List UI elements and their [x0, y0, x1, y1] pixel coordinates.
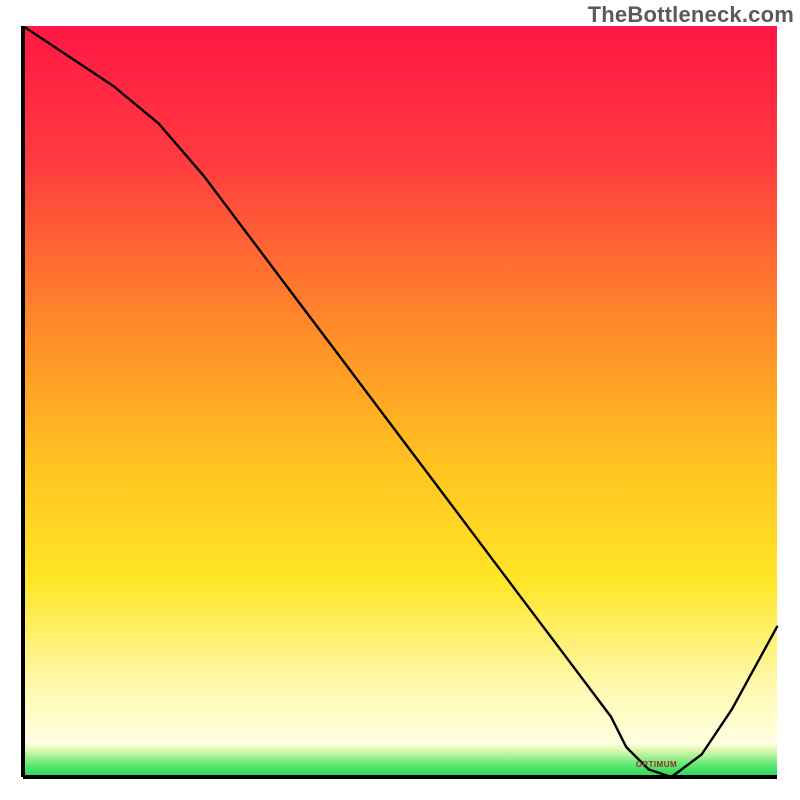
chart-svg — [20, 26, 780, 780]
watermark-text: TheBottleneck.com — [588, 2, 794, 28]
plot-area: OPTIMUM — [20, 26, 780, 780]
optimum-marker: OPTIMUM — [636, 760, 677, 769]
chart-container: TheBottleneck.com OPTIMUM — [0, 0, 800, 800]
gradient-background — [23, 26, 777, 777]
